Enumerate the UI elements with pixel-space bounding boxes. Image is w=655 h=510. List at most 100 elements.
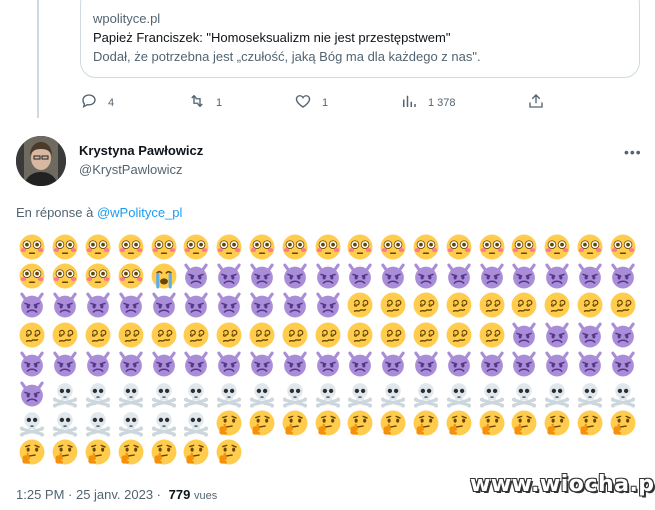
flushed-emoji-icon bbox=[278, 232, 311, 261]
dizzy-emoji-icon bbox=[213, 320, 246, 349]
skull-emoji-icon bbox=[574, 379, 607, 408]
flushed-emoji-icon bbox=[311, 232, 344, 261]
thinking-emoji-icon bbox=[311, 408, 344, 437]
dizzy-emoji-icon bbox=[49, 320, 82, 349]
reply-button[interactable]: 4 bbox=[80, 92, 114, 113]
devil-emoji-icon bbox=[344, 350, 377, 379]
dizzy-emoji-icon bbox=[344, 320, 377, 349]
dizzy-emoji-icon bbox=[442, 320, 475, 349]
devil-emoji-icon bbox=[180, 350, 213, 379]
flushed-emoji-icon bbox=[377, 232, 410, 261]
skull-emoji-icon bbox=[508, 379, 541, 408]
flushed-emoji-icon bbox=[213, 232, 246, 261]
dizzy-emoji-icon bbox=[180, 320, 213, 349]
devil-emoji-icon bbox=[147, 291, 180, 320]
site-watermark: www.wiocha.pl bbox=[470, 472, 655, 497]
dizzy-emoji-icon bbox=[475, 291, 508, 320]
dizzy-emoji-icon bbox=[16, 320, 49, 349]
thinking-emoji-icon bbox=[213, 408, 246, 437]
flushed-emoji-icon bbox=[606, 232, 639, 261]
devil-emoji-icon bbox=[410, 261, 443, 290]
flushed-emoji-icon bbox=[508, 232, 541, 261]
reply-mention-link[interactable]: @wPolityce_pl bbox=[97, 205, 182, 220]
flushed-emoji-icon bbox=[82, 261, 115, 290]
thinking-emoji-icon bbox=[213, 438, 246, 467]
sob-emoji-icon bbox=[147, 261, 180, 290]
link-domain: wpolityce.pl bbox=[93, 11, 161, 26]
skull-emoji-icon bbox=[278, 379, 311, 408]
dizzy-emoji-icon bbox=[410, 320, 443, 349]
thinking-emoji-icon bbox=[147, 438, 180, 467]
skull-emoji-icon bbox=[114, 379, 147, 408]
devil-emoji-icon bbox=[377, 350, 410, 379]
flushed-emoji-icon bbox=[16, 261, 49, 290]
reply-prefix: En réponse à bbox=[16, 205, 94, 220]
tweet-timestamp[interactable]: 1:25 PM · 25 janv. 2023 · bbox=[16, 487, 161, 502]
devil-emoji-icon bbox=[180, 261, 213, 290]
more-options-icon[interactable]: ••• bbox=[624, 144, 642, 160]
like-button[interactable]: 1 bbox=[294, 92, 328, 113]
skull-emoji-icon bbox=[147, 379, 180, 408]
tweet-metadata: 1:25 PM · 25 janv. 2023 · 779 vues bbox=[16, 487, 217, 502]
skull-emoji-icon bbox=[311, 379, 344, 408]
skull-emoji-icon bbox=[49, 408, 82, 437]
flushed-emoji-icon bbox=[114, 232, 147, 261]
skull-emoji-icon bbox=[475, 379, 508, 408]
thinking-emoji-icon bbox=[16, 438, 49, 467]
link-description: Dodał, że potrzebna jest „czułość, jaką … bbox=[93, 49, 481, 64]
dizzy-emoji-icon bbox=[508, 291, 541, 320]
devil-emoji-icon bbox=[246, 291, 279, 320]
flushed-emoji-icon bbox=[82, 232, 115, 261]
thinking-emoji-icon bbox=[82, 438, 115, 467]
devil-emoji-icon bbox=[82, 350, 115, 379]
skull-emoji-icon bbox=[246, 379, 279, 408]
views-button[interactable]: 1 378 bbox=[400, 92, 456, 113]
thinking-emoji-icon bbox=[606, 408, 639, 437]
devil-emoji-icon bbox=[278, 291, 311, 320]
skull-emoji-icon bbox=[541, 379, 574, 408]
skull-emoji-icon bbox=[180, 408, 213, 437]
tweet-views-label: vues bbox=[193, 490, 218, 502]
flushed-emoji-icon bbox=[344, 232, 377, 261]
thread-connector-line bbox=[37, 0, 39, 118]
quoted-link-card[interactable]: wpolityce.pl Papież Franciszek: "Homosek… bbox=[80, 0, 640, 78]
author-handle[interactable]: @KrystPawlowicz bbox=[79, 162, 183, 177]
thinking-emoji-icon bbox=[377, 408, 410, 437]
thinking-emoji-icon bbox=[49, 438, 82, 467]
retweet-button[interactable]: 1 bbox=[188, 92, 222, 113]
thinking-emoji-icon bbox=[475, 408, 508, 437]
devil-emoji-icon bbox=[344, 261, 377, 290]
thinking-emoji-icon bbox=[246, 408, 279, 437]
tweet-views-count: 779 bbox=[168, 487, 191, 502]
devil-emoji-icon bbox=[213, 261, 246, 290]
views-count: 1 378 bbox=[428, 96, 456, 109]
flushed-emoji-icon bbox=[49, 232, 82, 261]
devil-emoji-icon bbox=[311, 291, 344, 320]
tweet-actions-bar: 4 1 1 1 378 bbox=[80, 92, 560, 112]
devil-emoji-icon bbox=[180, 291, 213, 320]
flushed-emoji-icon bbox=[475, 232, 508, 261]
thinking-emoji-icon bbox=[278, 408, 311, 437]
reply-icon bbox=[80, 92, 98, 113]
skull-emoji-icon bbox=[344, 379, 377, 408]
devil-emoji-icon bbox=[541, 261, 574, 290]
tweet-emoji-text bbox=[16, 232, 640, 467]
dizzy-emoji-icon bbox=[246, 320, 279, 349]
dizzy-emoji-icon bbox=[475, 320, 508, 349]
devil-emoji-icon bbox=[246, 350, 279, 379]
devil-emoji-icon bbox=[377, 261, 410, 290]
share-button[interactable] bbox=[527, 92, 545, 115]
devil-emoji-icon bbox=[508, 320, 541, 349]
author-name[interactable]: Krystyna Pawłowicz bbox=[79, 143, 203, 158]
thinking-emoji-icon bbox=[508, 408, 541, 437]
skull-emoji-icon bbox=[606, 379, 639, 408]
devil-emoji-icon bbox=[541, 320, 574, 349]
devil-emoji-icon bbox=[606, 350, 639, 379]
skull-emoji-icon bbox=[442, 379, 475, 408]
devil-emoji-icon bbox=[508, 350, 541, 379]
devil-emoji-icon bbox=[475, 261, 508, 290]
devil-emoji-icon bbox=[278, 261, 311, 290]
dizzy-emoji-icon bbox=[410, 291, 443, 320]
author-avatar[interactable] bbox=[16, 136, 66, 186]
flushed-emoji-icon bbox=[246, 232, 279, 261]
